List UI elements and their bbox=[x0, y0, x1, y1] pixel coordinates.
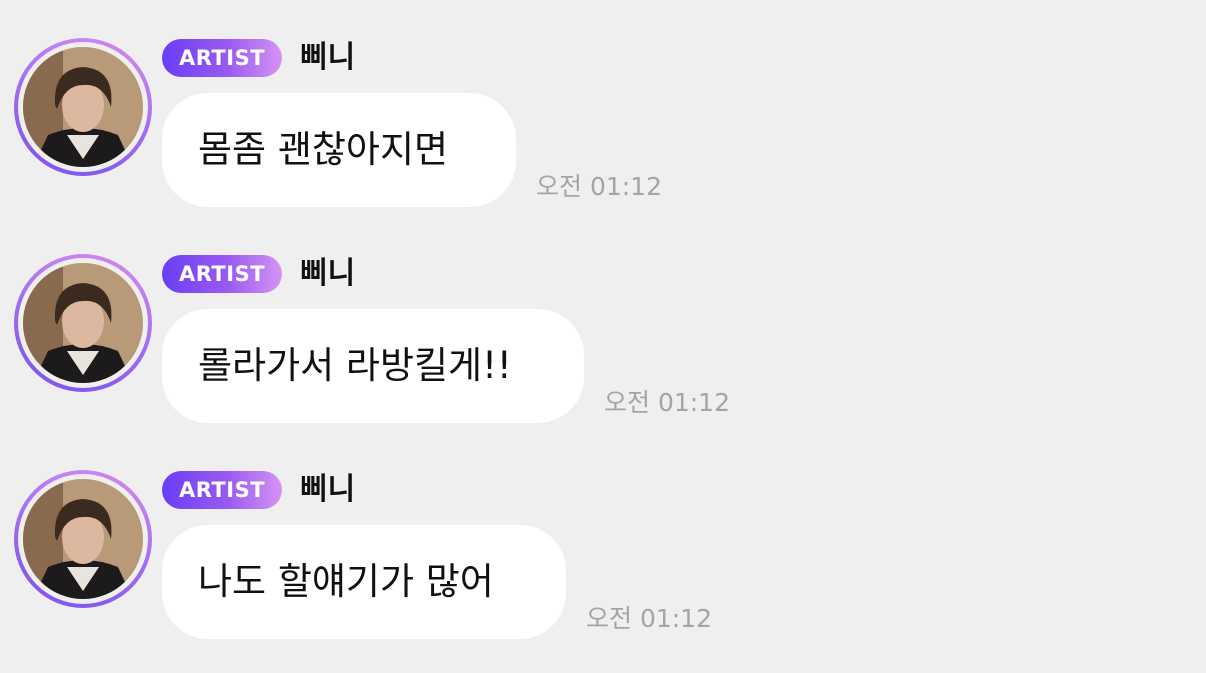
sender-name[interactable]: 삐니 bbox=[300, 254, 355, 294]
avatar-photo bbox=[23, 47, 143, 167]
artist-badge: ARTIST bbox=[162, 471, 282, 509]
message-bubble[interactable]: 몸좀 괜찮아지면 bbox=[162, 93, 516, 207]
message-bubble[interactable]: 롤라가서 라방킬게!! bbox=[162, 309, 584, 423]
sender-name[interactable]: 삐니 bbox=[300, 470, 355, 510]
avatar-ring bbox=[18, 474, 148, 604]
message-timestamp: 오전 01:12 bbox=[586, 604, 712, 633]
message-bubble[interactable]: 나도 할얘기가 많어 bbox=[162, 525, 566, 639]
avatar[interactable] bbox=[14, 38, 152, 176]
message-timestamp: 오전 01:12 bbox=[536, 172, 662, 201]
artist-badge: ARTIST bbox=[162, 255, 282, 293]
message-timestamp: 오전 01:12 bbox=[604, 388, 730, 417]
avatar-ring bbox=[18, 258, 148, 388]
avatar-photo bbox=[23, 263, 143, 383]
avatar-ring bbox=[18, 42, 148, 172]
chat-message: ARTIST 삐니 몸좀 괜찮아지면 오전 01:12 bbox=[0, 0, 1206, 216]
artist-badge: ARTIST bbox=[162, 39, 282, 77]
avatar[interactable] bbox=[14, 254, 152, 392]
avatar-photo bbox=[23, 479, 143, 599]
chat-message: ARTIST 삐니 나도 할얘기가 많어 오전 01:12 bbox=[0, 432, 1206, 648]
sender-name[interactable]: 삐니 bbox=[300, 38, 355, 78]
chat-message: ARTIST 삐니 롤라가서 라방킬게!! 오전 01:12 bbox=[0, 216, 1206, 432]
avatar[interactable] bbox=[14, 470, 152, 608]
